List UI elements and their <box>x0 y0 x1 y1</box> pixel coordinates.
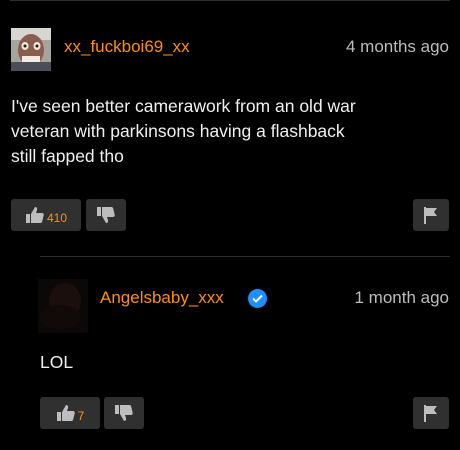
comment-text: I've seen better camerawork from an old … <box>11 94 356 169</box>
report-button[interactable] <box>413 199 449 231</box>
verified-check-icon <box>248 289 267 308</box>
comment-text-line: LOL <box>40 352 74 372</box>
comment-username[interactable]: xx_fuckboi69_xx <box>64 37 190 57</box>
comment-timestamp: 1 month ago <box>354 288 449 307</box>
avatar[interactable] <box>38 279 88 333</box>
flag-icon <box>423 206 439 224</box>
comment-text-line: veteran with parkinsons having a flashba… <box>11 121 345 141</box>
comment-text: LOL <box>40 350 73 375</box>
report-button[interactable] <box>413 397 449 429</box>
avatar[interactable] <box>11 28 51 71</box>
like-button[interactable]: 7 <box>40 397 100 429</box>
comment-timestamp: 4 months ago <box>345 37 449 56</box>
top-divider <box>10 0 450 1</box>
reply-divider <box>40 256 450 257</box>
like-count: 410 <box>46 210 68 225</box>
comment-text-line: I've seen better camerawork from an old … <box>11 96 356 116</box>
like-button[interactable]: 410 <box>11 199 81 231</box>
thumbs-down-icon <box>96 206 116 224</box>
dislike-button[interactable] <box>86 199 126 231</box>
flag-icon <box>423 404 439 422</box>
comment-username[interactable]: Angelsbaby_xxx <box>100 288 224 308</box>
thumbs-down-icon <box>114 404 134 422</box>
thumbs-up-icon <box>25 206 45 224</box>
dislike-button[interactable] <box>104 397 144 429</box>
thumbs-up-icon <box>56 404 76 422</box>
comment-text-line: still fapped tho <box>11 146 124 166</box>
like-count: 7 <box>77 408 85 423</box>
